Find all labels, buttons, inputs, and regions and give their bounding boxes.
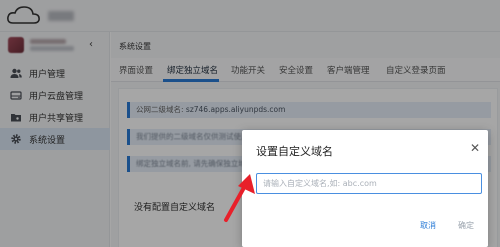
dialog-title: 设置自定义域名 [256,145,333,158]
close-icon[interactable]: ✕ [470,141,480,155]
domain-input[interactable] [256,173,482,194]
cancel-button[interactable]: 取消 [420,220,436,231]
ok-button[interactable]: 确定 [458,220,474,231]
custom-domain-dialog: 设置自定义域名 ✕ 取消 确定 [242,130,488,247]
annotation-arrow-icon [224,174,255,222]
